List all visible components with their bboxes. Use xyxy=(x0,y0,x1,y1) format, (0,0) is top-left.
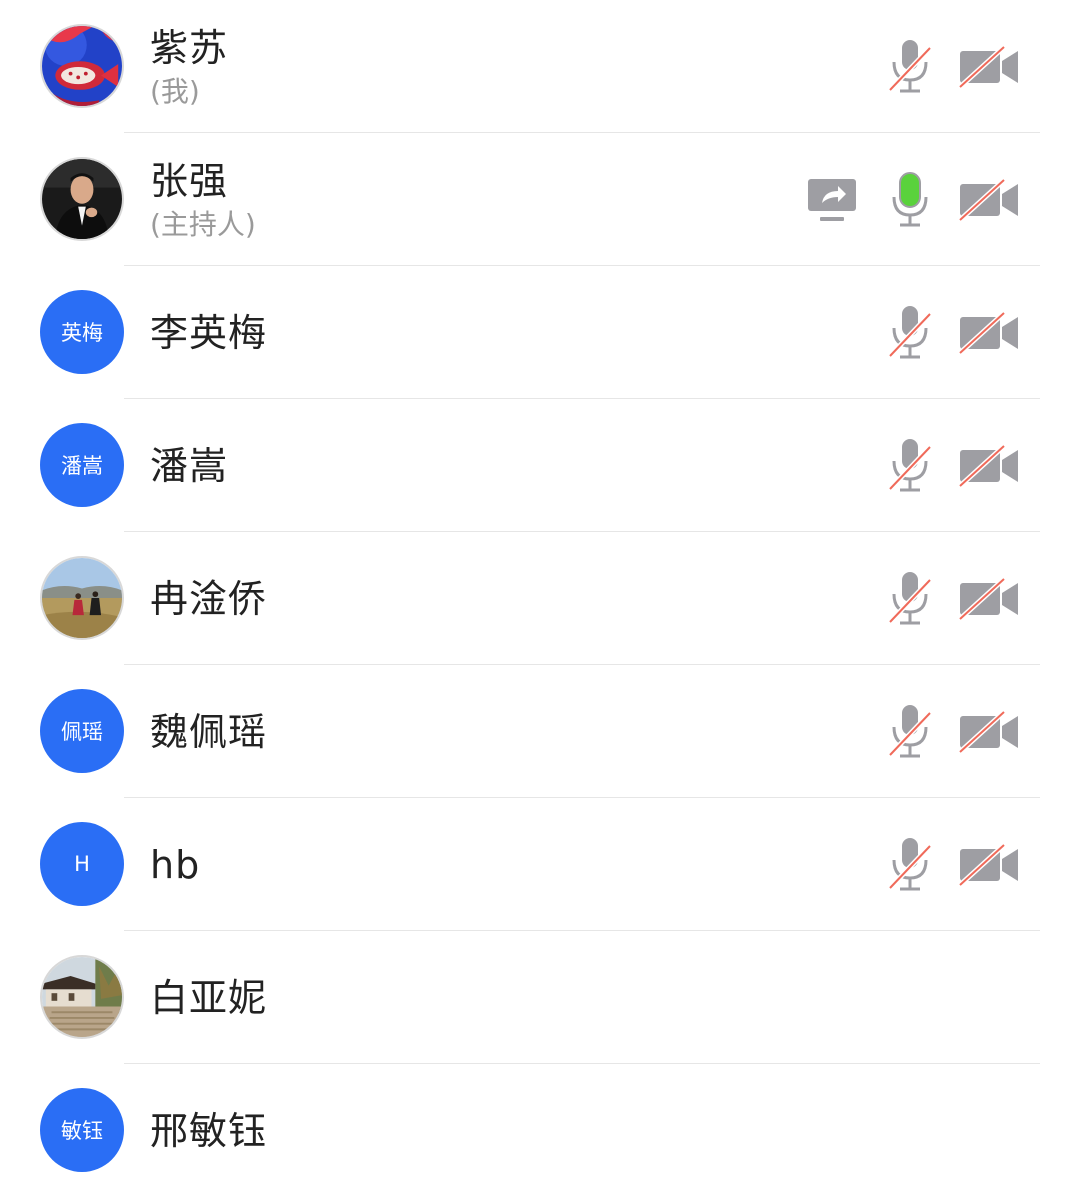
participant-role: (主持人) xyxy=(150,207,256,241)
participant-row[interactable]: 冉淦侨 xyxy=(0,532,1080,665)
video-camera-off-icon[interactable] xyxy=(958,445,1020,487)
initials-avatar: H xyxy=(40,822,124,906)
microphone-muted-icon[interactable] xyxy=(886,703,934,761)
initials-avatar: 敏钰 xyxy=(40,1088,124,1172)
participant-name-block: 魏佩瑶 xyxy=(150,665,267,798)
video-camera-off-icon[interactable] xyxy=(958,844,1020,886)
participant-name-block: 李英梅 xyxy=(150,266,267,399)
participant-row[interactable]: 紫苏 (我) xyxy=(0,0,1080,133)
participant-row[interactable]: 潘嵩 潘嵩 xyxy=(0,399,1080,532)
participant-row[interactable]: 英梅 李英梅 xyxy=(0,266,1080,399)
participant-name: hb xyxy=(150,842,201,887)
microphone-muted-icon[interactable] xyxy=(886,836,934,894)
participant-name: 魏佩瑶 xyxy=(150,709,268,754)
video-camera-off-icon[interactable] xyxy=(958,312,1020,354)
participant-name: 潘嵩 xyxy=(150,443,229,488)
participant-name: 邢敏钰 xyxy=(150,1108,268,1153)
participant-name: 李英梅 xyxy=(150,310,268,355)
participant-name-block: 潘嵩 xyxy=(150,399,228,532)
participant-row[interactable]: 佩瑶 魏佩瑶 xyxy=(0,665,1080,798)
participant-name: 紫苏 xyxy=(150,25,229,70)
microphone-muted-icon[interactable] xyxy=(886,437,934,495)
participant-row[interactable]: H hb xyxy=(0,798,1080,931)
video-camera-off-icon[interactable] xyxy=(958,711,1020,753)
participant-name-block: 张强 (主持人) xyxy=(150,133,256,266)
participant-name: 张强 xyxy=(150,158,229,203)
participant-role: (我) xyxy=(150,74,200,108)
microphone-muted-icon[interactable] xyxy=(886,570,934,628)
initials-avatar: 英梅 xyxy=(40,290,124,374)
fish-photo-avatar xyxy=(40,24,124,108)
initials-avatar: 佩瑶 xyxy=(40,689,124,773)
participant-row[interactable]: 白亚妮 xyxy=(0,931,1080,1064)
participant-name-block: 冉淦侨 xyxy=(150,532,267,665)
initials-avatar: 潘嵩 xyxy=(40,423,124,507)
microphone-muted-icon[interactable] xyxy=(886,38,934,96)
participant-name-block: 紫苏 (我) xyxy=(150,0,228,133)
participant-name: 白亚妮 xyxy=(150,975,268,1020)
video-camera-off-icon[interactable] xyxy=(958,179,1020,221)
microphone-active-icon[interactable] xyxy=(886,171,934,229)
screen-share-icon[interactable] xyxy=(806,177,858,223)
microphone-muted-icon[interactable] xyxy=(886,304,934,362)
participant-row[interactable]: 张强 (主持人) xyxy=(0,133,1080,266)
portrait-photo-avatar xyxy=(40,157,124,241)
participant-row[interactable]: 敏钰 邢敏钰 xyxy=(0,1064,1080,1197)
grassland-photo-avatar xyxy=(40,556,124,640)
participant-name: 冉淦侨 xyxy=(150,576,268,621)
video-camera-off-icon[interactable] xyxy=(958,46,1020,88)
participant-name-block: 邢敏钰 xyxy=(150,1064,267,1197)
participant-name-block: hb xyxy=(150,798,200,931)
video-camera-off-icon[interactable] xyxy=(958,578,1020,620)
participant-name-block: 白亚妮 xyxy=(150,931,267,1064)
building-photo-avatar xyxy=(40,955,124,1039)
